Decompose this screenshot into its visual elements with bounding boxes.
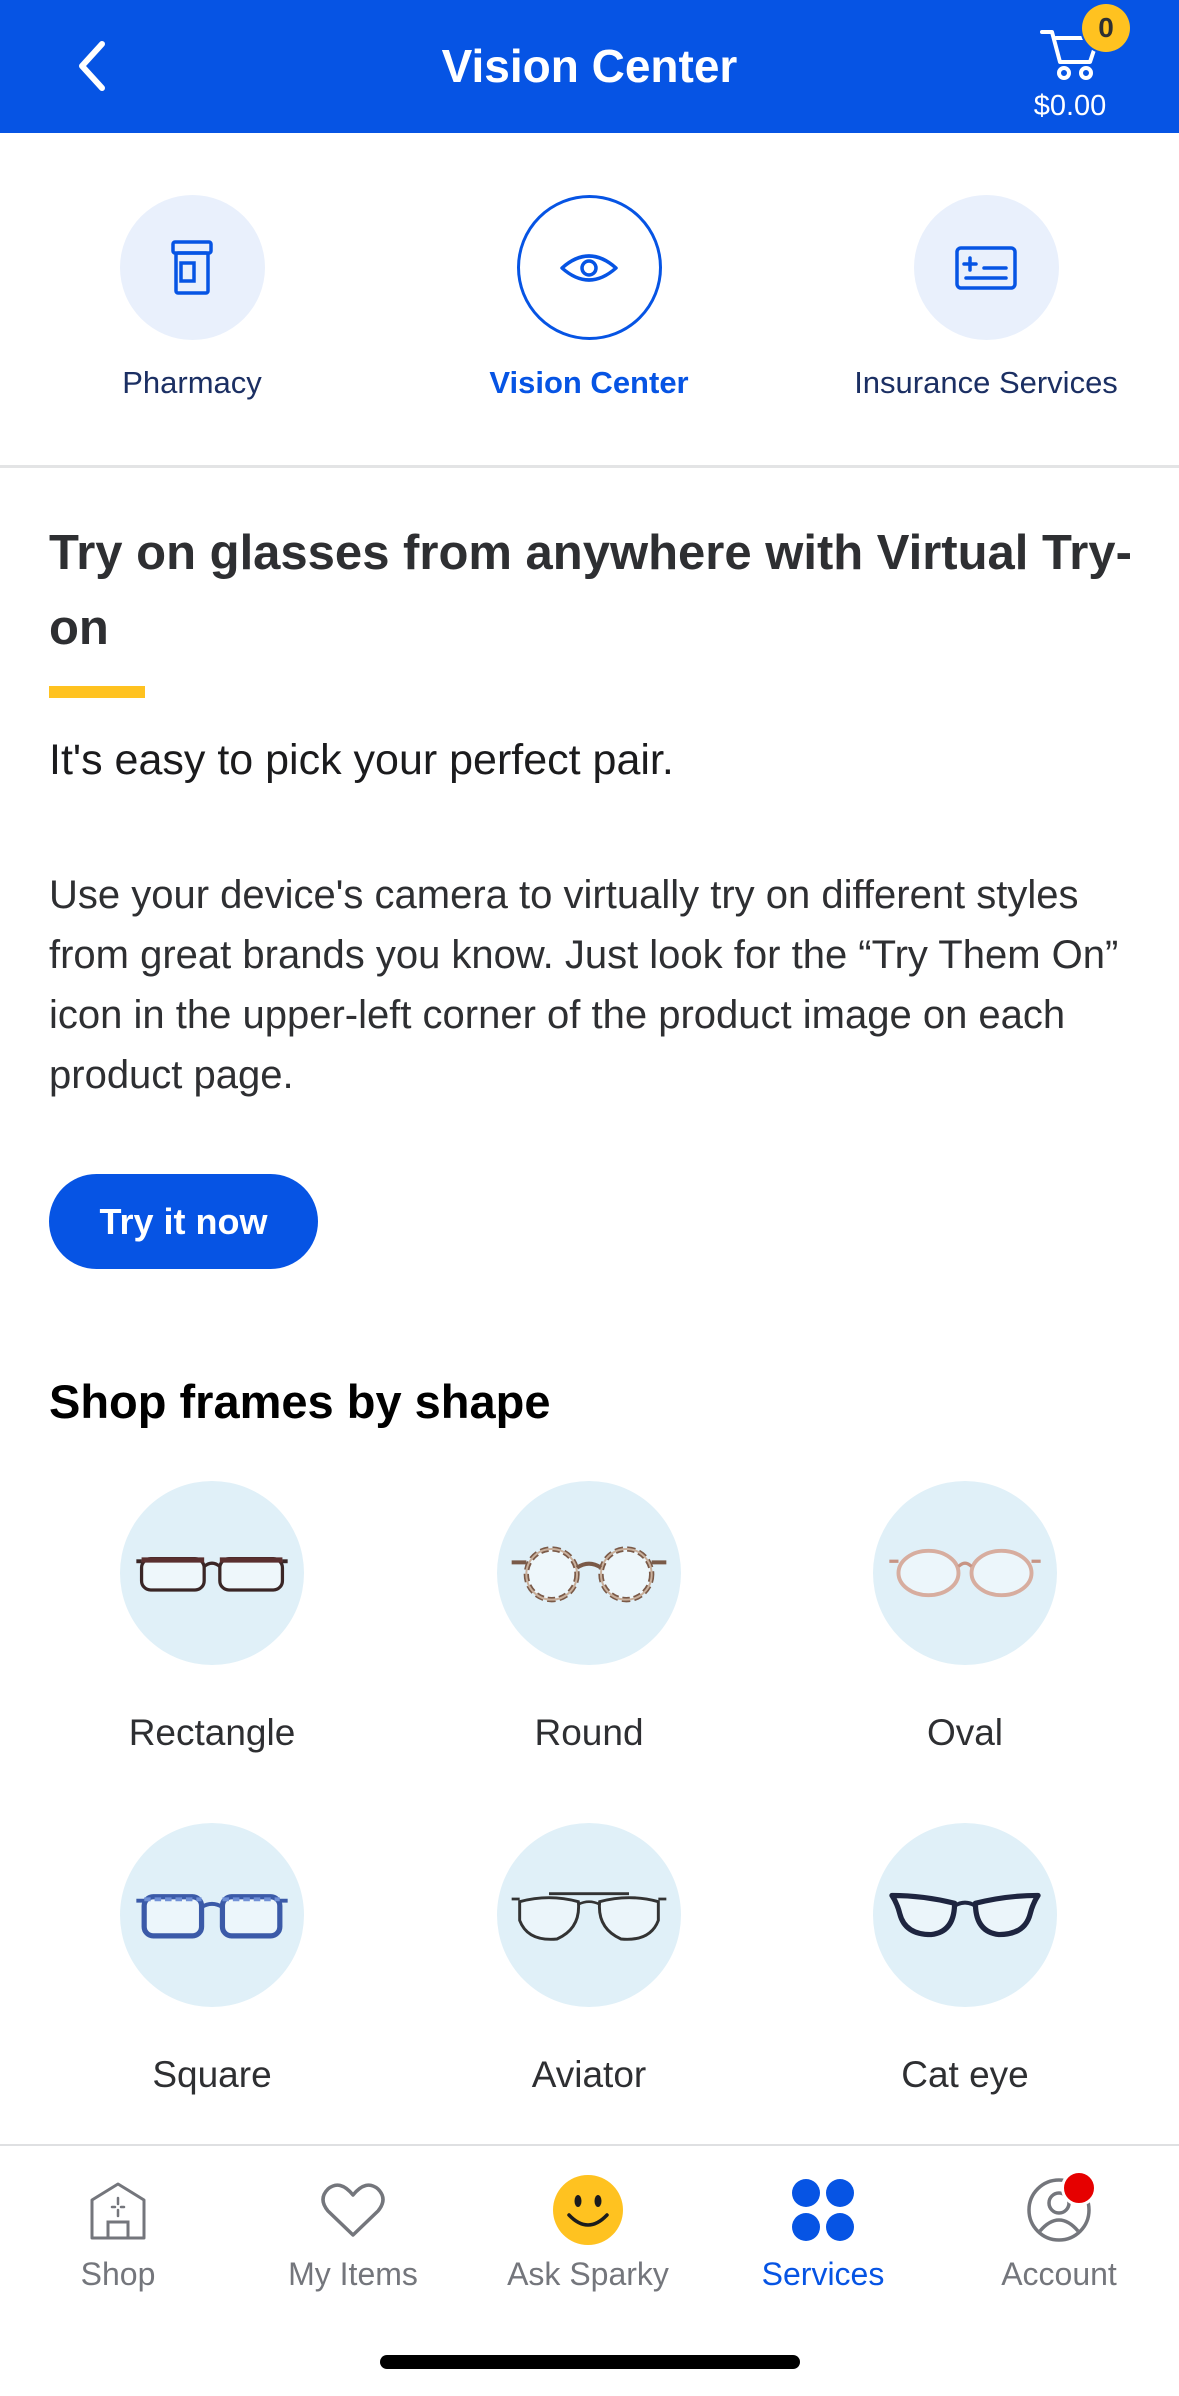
tab-my-items[interactable]: My Items <box>238 2172 468 2293</box>
back-button[interactable] <box>62 30 122 102</box>
cat-eye-glasses-icon <box>889 1892 1041 1938</box>
tab-label: Shop <box>80 2256 156 2292</box>
tab-shop[interactable]: Shop <box>3 2172 233 2293</box>
shape-image-circle <box>873 1823 1057 2007</box>
service-icon-circle <box>913 195 1059 340</box>
tab-icon-wrap <box>313 2172 393 2248</box>
heading-accent-bar <box>49 686 145 698</box>
try-it-now-button[interactable]: Try it now <box>49 1174 318 1269</box>
hero-subheading: It's easy to pick your perfect pair. <box>49 736 674 784</box>
services-grid-icon <box>792 2179 854 2241</box>
shape-label: Round <box>534 1712 644 1753</box>
shape-image-circle <box>120 1823 304 2007</box>
notification-badge <box>1061 2170 1097 2206</box>
hero-heading: Try on glasses from anywhere with Virtua… <box>49 526 1132 655</box>
shape-cat-eye[interactable]: Cat eye <box>815 1823 1115 2097</box>
service-insurance[interactable]: Insurance Services <box>806 195 1166 401</box>
shape-aviator[interactable]: Aviator <box>439 1823 739 2097</box>
shape-image-circle <box>120 1481 304 1665</box>
shape-square[interactable]: Square <box>62 1823 362 2097</box>
cart-count-badge: 0 <box>1082 4 1130 52</box>
tab-icon-wrap <box>783 2172 863 2248</box>
section-divider <box>0 465 1179 468</box>
service-icon-circle <box>516 195 662 340</box>
tab-label: Services <box>761 2256 885 2292</box>
shape-round[interactable]: Round <box>439 1481 739 1755</box>
tab-icon-wrap <box>1019 2170 1099 2248</box>
service-vision-center[interactable]: Vision Center <box>409 195 769 401</box>
tab-icon-wrap <box>548 2172 628 2248</box>
pharmacy-bottle-icon <box>171 239 213 295</box>
shape-image-circle <box>873 1481 1057 1665</box>
service-icon-circle <box>119 195 265 340</box>
shape-image-circle <box>497 1481 681 1665</box>
sparky-smiley-icon <box>553 2175 623 2245</box>
tab-icon-wrap <box>78 2172 158 2248</box>
service-label: Vision Center <box>489 365 689 400</box>
round-glasses-icon <box>511 1546 667 1603</box>
heart-icon <box>321 2183 385 2237</box>
shape-label: Square <box>152 2054 272 2095</box>
tab-services[interactable]: Services <box>708 2172 938 2293</box>
shape-label: Oval <box>926 1712 1004 1753</box>
tab-account[interactable]: Account <box>944 2170 1174 2293</box>
tab-label: My Items <box>288 2256 418 2292</box>
home-indicator[interactable] <box>380 2355 800 2369</box>
service-label: Pharmacy <box>122 365 262 400</box>
shapes-section-title: Shop frames by shape <box>49 1375 551 1428</box>
cart-button[interactable]: 0 $0.00 <box>1020 4 1140 128</box>
insurance-card-icon <box>955 245 1017 290</box>
tab-ask-sparky[interactable]: Ask Sparky <box>473 2172 703 2293</box>
aviator-glasses-icon <box>511 1892 667 1941</box>
shape-label: Rectangle <box>128 1712 296 1753</box>
tab-label: Ask Sparky <box>507 2256 669 2292</box>
service-label: Insurance Services <box>854 365 1118 400</box>
hero-body-text: Use your device's camera to virtually tr… <box>49 873 1119 1097</box>
app-header: Vision Center 0 $0.00 <box>0 0 1179 133</box>
shape-label: Aviator <box>531 2054 647 2095</box>
tab-label: Account <box>1001 2256 1117 2292</box>
square-glasses-icon <box>136 1894 288 1939</box>
eye-icon <box>560 253 618 282</box>
service-pharmacy[interactable]: Pharmacy <box>12 195 372 401</box>
shape-rectangle[interactable]: Rectangle <box>62 1481 362 1755</box>
store-icon <box>90 2182 146 2240</box>
page-title: Vision Center <box>441 40 738 92</box>
rectangle-glasses-icon <box>136 1557 288 1592</box>
shape-label: Cat eye <box>901 2054 1029 2095</box>
chevron-left-icon <box>79 41 105 91</box>
shape-image-circle <box>497 1823 681 2007</box>
shape-oval[interactable]: Oval <box>815 1481 1115 1755</box>
cart-total: $0.00 <box>1033 90 1107 122</box>
oval-glasses-icon <box>889 1548 1041 1598</box>
vision-center-screen: Vision Center 0 $0.00 Pharmacy Vision Ce… <box>0 0 1179 2396</box>
